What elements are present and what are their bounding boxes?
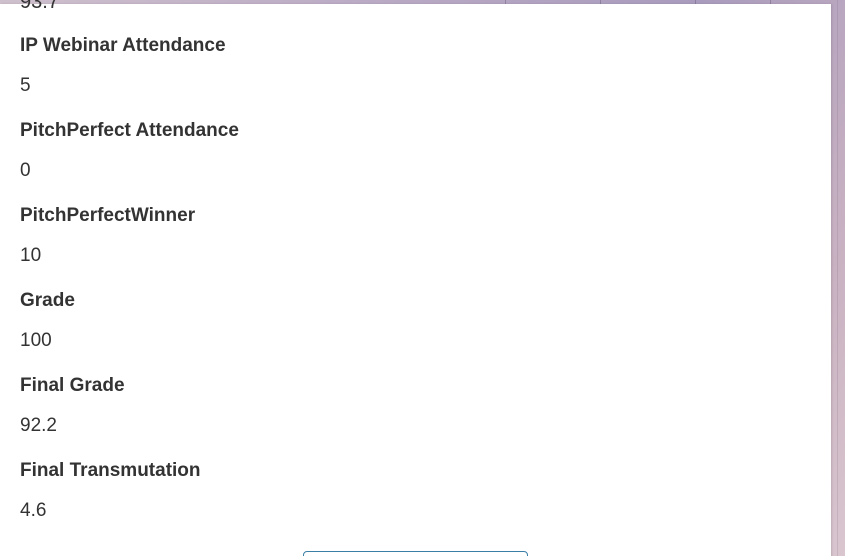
field-label: Final Transmutation — [20, 460, 201, 481]
bottom-action-button[interactable] — [303, 551, 528, 556]
grade-details-panel: 93.7 IP Webinar Attendance 5 PitchPerfec… — [0, 0, 831, 556]
field-final-grade: Final Grade 92.2 — [20, 375, 800, 460]
field-pitchperfect-attendance: PitchPerfect Attendance 0 — [20, 120, 800, 205]
field-list: IP Webinar Attendance 5 PitchPerfect Att… — [20, 35, 800, 545]
field-value: 0 — [20, 160, 31, 181]
field-label: Grade — [20, 290, 75, 311]
field-label: IP Webinar Attendance — [20, 35, 226, 56]
field-final-transmutation: Final Transmutation 4.6 — [20, 460, 800, 545]
background-streak — [837, 0, 838, 556]
field-label: Final Grade — [20, 375, 125, 396]
field-value: 4.6 — [20, 500, 47, 521]
field-value: 10 — [20, 245, 42, 266]
field-ip-webinar-attendance: IP Webinar Attendance 5 — [20, 35, 800, 120]
field-value: 92.2 — [20, 415, 57, 436]
field-grade: Grade 100 — [20, 290, 800, 375]
field-label: PitchPerfectWinner — [20, 205, 196, 226]
field-value: 100 — [20, 330, 52, 351]
field-pitchperfect-winner: PitchPerfectWinner 10 — [20, 205, 800, 290]
previous-field-value: 93.7 — [20, 0, 59, 13]
field-label: PitchPerfect Attendance — [20, 120, 239, 141]
field-value: 5 — [20, 75, 31, 96]
